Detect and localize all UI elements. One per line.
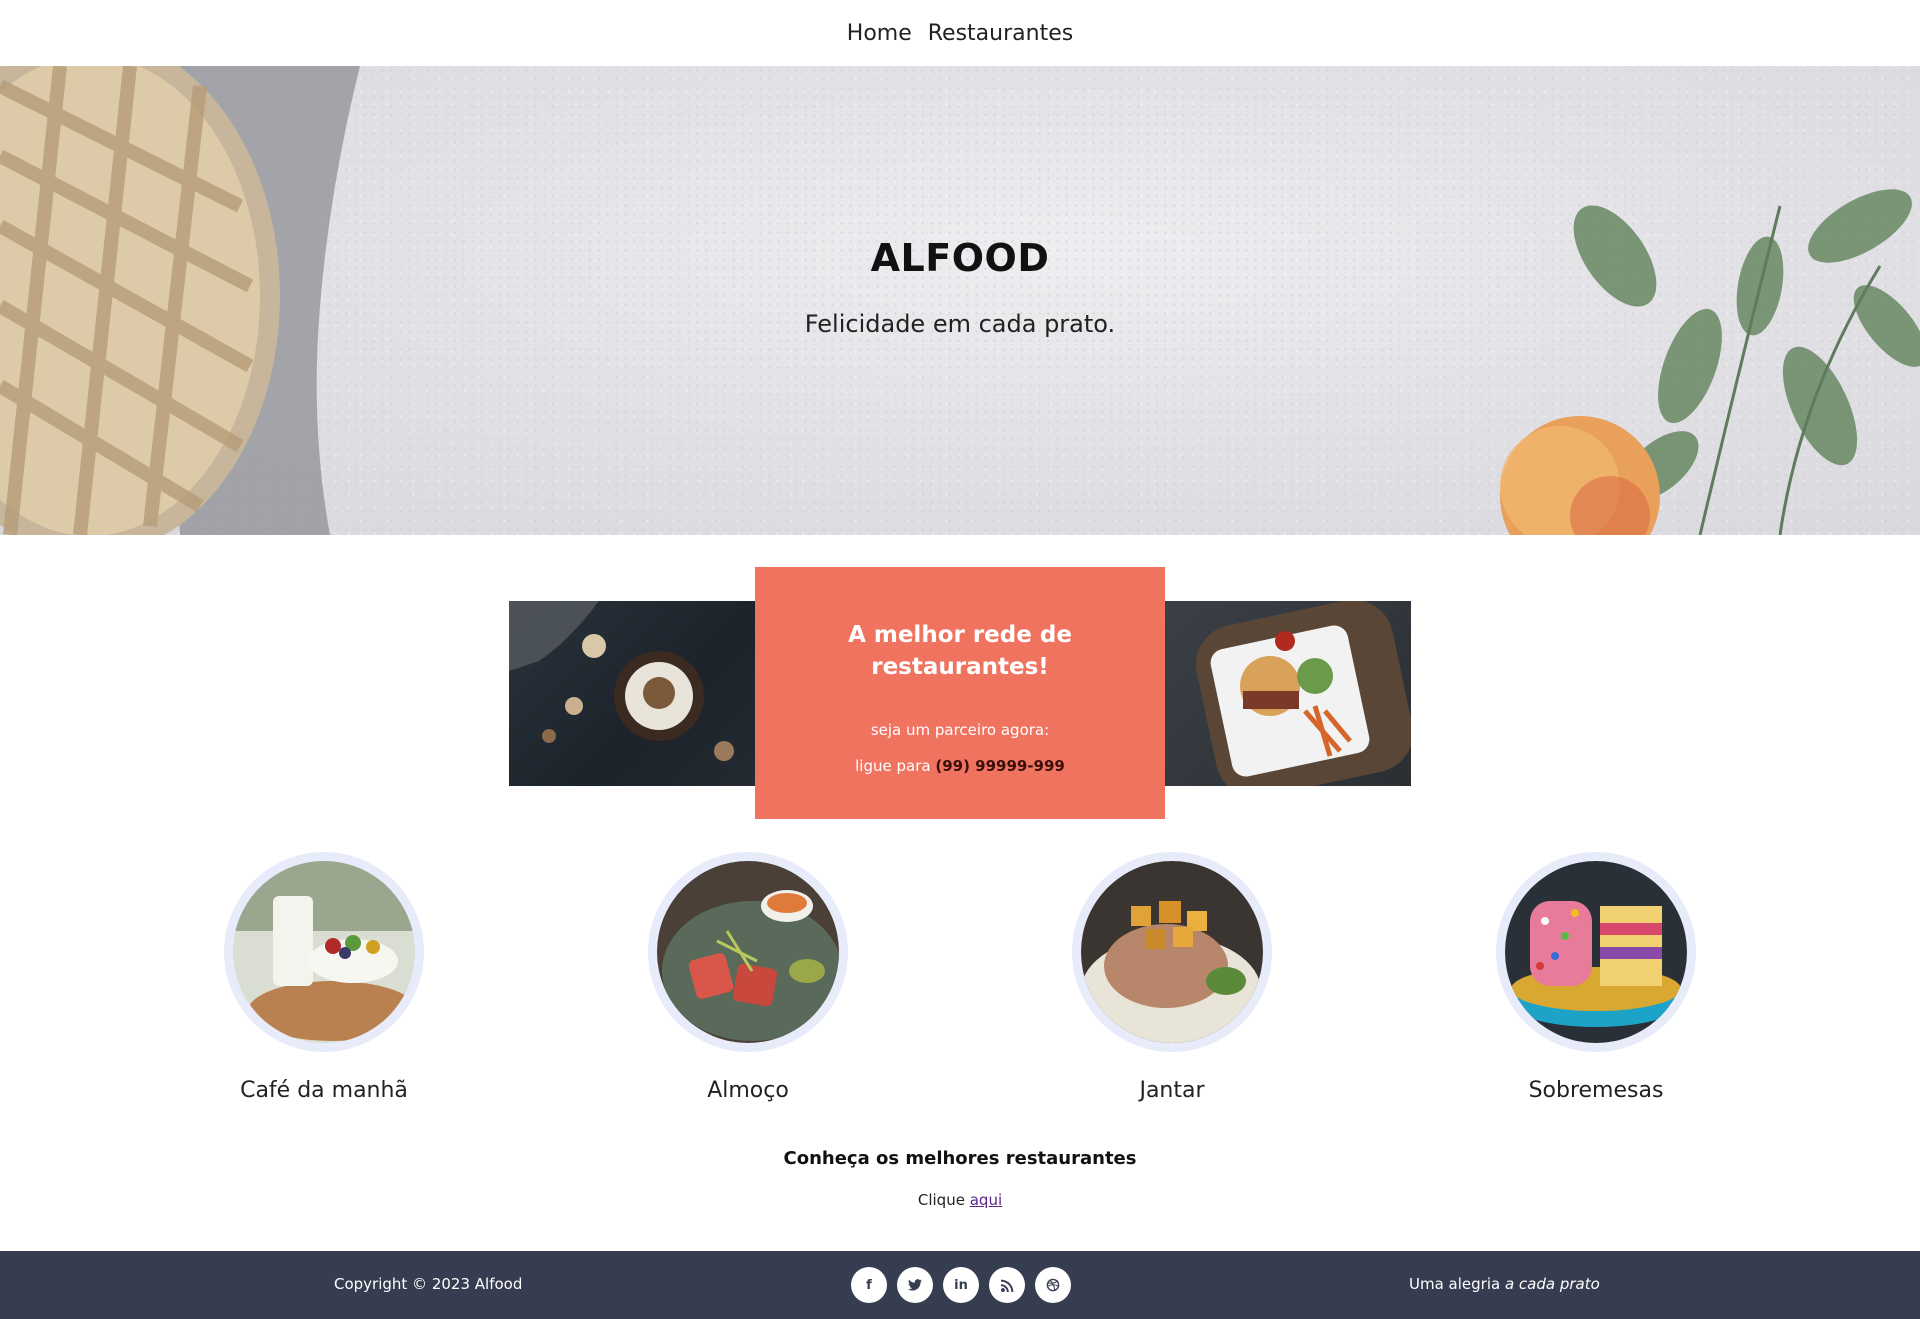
category-label: Jantar xyxy=(1139,1078,1205,1103)
promo-title: A melhor rede de restaurantes! xyxy=(848,622,1072,680)
footer-tagline-prefix: Uma alegria xyxy=(1409,1275,1501,1293)
footer-tagline-emphasis: a cada prato xyxy=(1504,1275,1600,1293)
promo-line-1: seja um parceiro agora: xyxy=(870,721,1050,739)
promo-line-2: ligue para (99) 99999-999 xyxy=(755,757,1165,775)
hero-subtitle: Felicidade em cada prato. xyxy=(804,310,1116,338)
click-here-text: Clique aqui xyxy=(0,1191,1920,1209)
category-image-frame xyxy=(1496,852,1696,1052)
best-restaurants-heading: Conheça os melhores restaurantes xyxy=(783,1148,1137,1169)
promo-call-prefix: ligue para xyxy=(855,757,931,775)
category-image-frame xyxy=(1072,852,1272,1052)
category-label: Sobremesas xyxy=(1528,1078,1664,1103)
category-image-frame xyxy=(648,852,848,1052)
footer: Copyright © 2023 Alfood f in Uma alegria… xyxy=(0,1251,1920,1319)
rss-icon[interactable] xyxy=(989,1267,1025,1303)
hero-banner: ALFOOD Felicidade em cada prato. xyxy=(0,66,1920,535)
category-label: Almoço xyxy=(707,1078,789,1103)
promo-image-burger xyxy=(1165,601,1411,786)
category-lunch[interactable]: Almoço xyxy=(648,852,848,1103)
nav-link-restaurants[interactable]: Restaurantes xyxy=(928,21,1073,46)
promo-image-dessert xyxy=(509,601,755,786)
facebook-icon[interactable]: f xyxy=(851,1267,887,1303)
click-prefix: Clique xyxy=(917,1191,965,1209)
category-image xyxy=(657,861,839,1043)
category-dinner[interactable]: Jantar xyxy=(1072,852,1272,1103)
footer-tagline: Uma alegria a cada prato xyxy=(1409,1275,1600,1293)
category-desserts[interactable]: Sobremesas xyxy=(1496,852,1696,1103)
click-here-link[interactable]: aqui xyxy=(970,1191,1002,1209)
promo-phone: (99) 99999-999 xyxy=(935,757,1065,775)
twitter-icon[interactable] xyxy=(897,1267,933,1303)
category-image xyxy=(1505,861,1687,1043)
dribbble-icon[interactable] xyxy=(1035,1267,1071,1303)
category-image xyxy=(1081,861,1263,1043)
hero-title: ALFOOD xyxy=(870,236,1050,280)
promo-box: A melhor rede de restaurantes! seja um p… xyxy=(755,567,1165,819)
hero-decoration xyxy=(0,66,1920,535)
category-breakfast[interactable]: Café da manhã xyxy=(224,852,424,1103)
category-label: Café da manhã xyxy=(240,1078,408,1103)
category-image-frame xyxy=(224,852,424,1052)
footer-copyright: Copyright © 2023 Alfood xyxy=(334,1275,523,1293)
category-image xyxy=(233,861,415,1043)
nav-link-home[interactable]: Home xyxy=(847,21,912,46)
linkedin-icon[interactable]: in xyxy=(943,1267,979,1303)
footer-social-links: f in xyxy=(851,1267,1071,1303)
top-nav: Home Restaurantes xyxy=(0,0,1920,66)
